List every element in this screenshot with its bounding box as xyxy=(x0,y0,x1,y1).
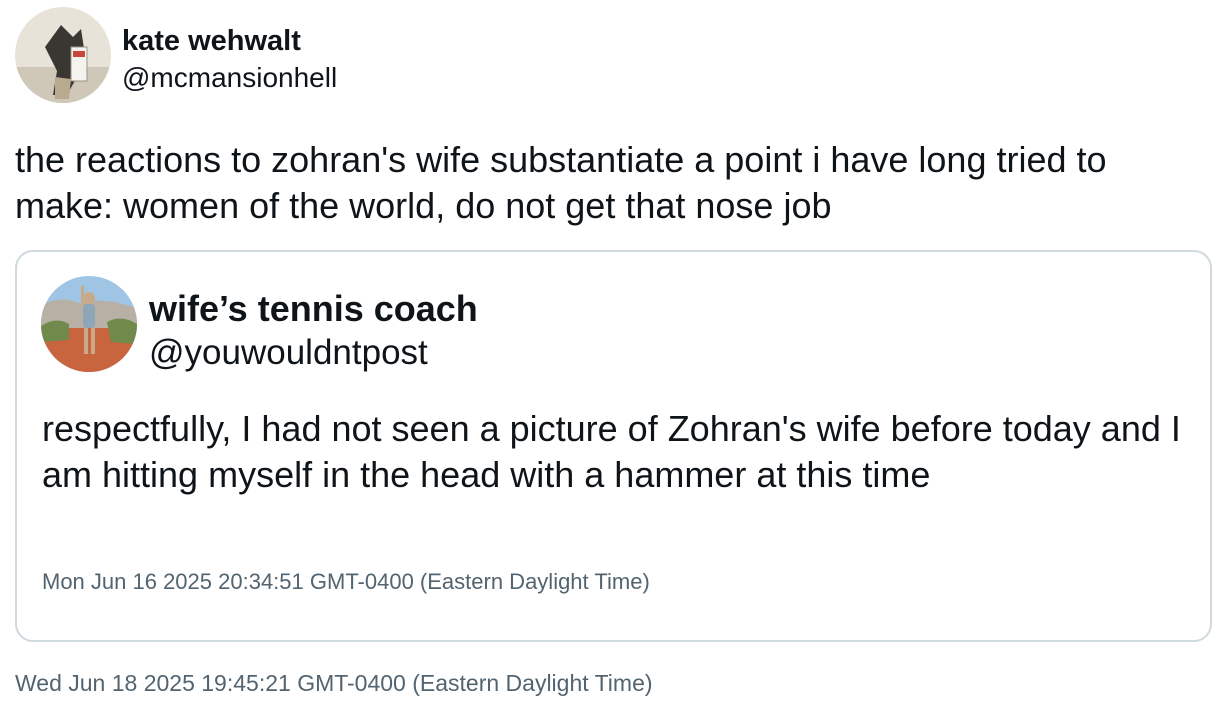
tweet-card: kate wehwalt @mcmansionhell the reaction… xyxy=(0,0,1230,722)
author-handle[interactable]: @mcmansionhell xyxy=(122,61,337,95)
quoted-author-avatar[interactable] xyxy=(41,276,137,372)
quoted-author-name[interactable]: wife’s tennis coach xyxy=(149,288,478,330)
quoted-tweet-text: respectfully, I had not seen a picture o… xyxy=(42,408,1181,495)
tweet-text: the reactions to zohran's wife substanti… xyxy=(15,139,1107,226)
author-avatar[interactable] xyxy=(15,7,111,103)
user-avatar-icon xyxy=(15,7,111,103)
user-avatar-icon xyxy=(41,276,137,372)
quoted-author-handle[interactable]: @youwouldntpost xyxy=(149,332,428,374)
author-name[interactable]: kate wehwalt xyxy=(122,24,301,58)
quoted-tweet[interactable]: wife’s tennis coach @youwouldntpost resp… xyxy=(15,250,1212,642)
tweet-timestamp[interactable]: Wed Jun 18 2025 19:45:21 GMT-0400 (Easte… xyxy=(15,668,653,698)
quoted-tweet-timestamp[interactable]: Mon Jun 16 2025 20:34:51 GMT-0400 (Easte… xyxy=(42,568,650,596)
